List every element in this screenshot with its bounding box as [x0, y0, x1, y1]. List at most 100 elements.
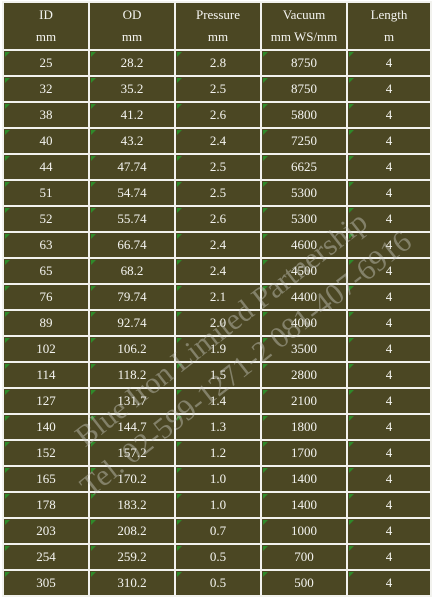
table-row: 89 92.74 2.0 4000 4	[2, 309, 432, 337]
pressure-cell: 2.4	[174, 257, 262, 285]
table-row: 76 79.74 2.1 4400 4	[2, 283, 432, 311]
vacuum-cell: 4600	[260, 231, 348, 259]
length-cell: 4	[346, 283, 432, 311]
vacuum-cell: 5800	[260, 101, 348, 129]
pressure-cell: 1.5	[174, 361, 262, 389]
pressure-cell: 2.5	[174, 153, 262, 181]
id-cell: 114	[2, 361, 90, 389]
vacuum-cell: 1700	[260, 439, 348, 467]
vacuum-cell: 1800	[260, 413, 348, 441]
vacuum-cell: 2800	[260, 361, 348, 389]
length-cell: 4	[346, 309, 432, 337]
table-row: 51 54.74 2.5 5300 4	[2, 179, 432, 207]
table-row: 152 157.2 1.2 1700 4	[2, 439, 432, 467]
table-row: 140 144.7 1.3 1800 4	[2, 413, 432, 441]
length-cell: 4	[346, 491, 432, 519]
vacuum-cell: 4000	[260, 309, 348, 337]
id-cell: 305	[2, 569, 90, 597]
od-cell: 68.2	[88, 257, 176, 285]
table-row: 102 106.2 1.9 3500 4	[2, 335, 432, 363]
id-cell: 165	[2, 465, 90, 493]
od-cell: 118.2	[88, 361, 176, 389]
pressure-cell: 2.0	[174, 309, 262, 337]
table-row: 114 118.2 1.5 2800 4	[2, 361, 432, 389]
id-cell: 40	[2, 127, 90, 155]
od-cell: 79.74	[88, 283, 176, 311]
pressure-cell: 2.8	[174, 49, 262, 77]
header-id: ID mm	[2, 1, 90, 51]
id-cell: 76	[2, 283, 90, 311]
vacuum-cell: 6625	[260, 153, 348, 181]
spec-sheet: ID mm OD mm Pressure mm Vacuum mm WS/mm Leng…	[0, 0, 432, 600]
length-cell: 4	[346, 569, 432, 597]
table-row: 254 259.2 0.5 700 4	[2, 543, 432, 571]
od-cell: 106.2	[88, 335, 176, 363]
table-row: 63 66.74 2.4 4600 4	[2, 231, 432, 259]
vacuum-cell: 5300	[260, 179, 348, 207]
length-cell: 4	[346, 465, 432, 493]
id-cell: 38	[2, 101, 90, 129]
od-cell: 310.2	[88, 569, 176, 597]
header-od: OD mm	[88, 1, 176, 51]
od-cell: 28.2	[88, 49, 176, 77]
pressure-cell: 2.1	[174, 283, 262, 311]
vacuum-cell: 5300	[260, 205, 348, 233]
table-row: 25 28.2 2.8 8750 4	[2, 49, 432, 77]
pressure-cell: 0.5	[174, 543, 262, 571]
table-row: 38 41.2 2.6 5800 4	[2, 101, 432, 129]
pressure-cell: 0.7	[174, 517, 262, 545]
od-cell: 144.7	[88, 413, 176, 441]
length-cell: 4	[346, 231, 432, 259]
od-cell: 43.2	[88, 127, 176, 155]
length-cell: 4	[346, 257, 432, 285]
length-cell: 4	[346, 413, 432, 441]
pressure-cell: 2.6	[174, 205, 262, 233]
id-cell: 25	[2, 49, 90, 77]
id-cell: 44	[2, 153, 90, 181]
table-row: 44 47.74 2.5 6625 4	[2, 153, 432, 181]
length-cell: 4	[346, 387, 432, 415]
pressure-cell: 2.5	[174, 75, 262, 103]
length-cell: 4	[346, 179, 432, 207]
length-cell: 4	[346, 439, 432, 467]
id-cell: 254	[2, 543, 90, 571]
length-cell: 4	[346, 101, 432, 129]
vacuum-cell: 700	[260, 543, 348, 571]
pressure-cell: 2.5	[174, 179, 262, 207]
id-cell: 89	[2, 309, 90, 337]
pressure-cell: 1.3	[174, 413, 262, 441]
id-cell: 65	[2, 257, 90, 285]
pressure-cell: 1.2	[174, 439, 262, 467]
table-row: 65 68.2 2.4 4500 4	[2, 257, 432, 285]
vacuum-cell: 4400	[260, 283, 348, 311]
header-length: Length m	[346, 1, 432, 51]
id-cell: 140	[2, 413, 90, 441]
od-cell: 35.2	[88, 75, 176, 103]
table-row: 178 183.2 1.0 1400 4	[2, 491, 432, 519]
table-row: 127 131.7 1.4 2100 4	[2, 387, 432, 415]
vacuum-cell: 8750	[260, 75, 348, 103]
vacuum-cell: 500	[260, 569, 348, 597]
header-vacuum: Vacuum mm WS/mm	[260, 1, 348, 51]
vacuum-cell: 4500	[260, 257, 348, 285]
od-cell: 47.74	[88, 153, 176, 181]
pressure-cell: 2.6	[174, 101, 262, 129]
hose-spec-table: ID mm OD mm Pressure mm Vacuum mm WS/mm Leng…	[2, 1, 432, 597]
length-cell: 4	[346, 153, 432, 181]
id-cell: 203	[2, 517, 90, 545]
vacuum-cell: 8750	[260, 49, 348, 77]
od-cell: 208.2	[88, 517, 176, 545]
length-cell: 4	[346, 127, 432, 155]
vacuum-cell: 2100	[260, 387, 348, 415]
length-cell: 4	[346, 543, 432, 571]
od-cell: 170.2	[88, 465, 176, 493]
pressure-cell: 1.9	[174, 335, 262, 363]
od-cell: 92.74	[88, 309, 176, 337]
od-cell: 157.2	[88, 439, 176, 467]
length-cell: 4	[346, 75, 432, 103]
od-cell: 259.2	[88, 543, 176, 571]
id-cell: 52	[2, 205, 90, 233]
table-header-row: ID mm OD mm Pressure mm Vacuum mm WS/mm Leng…	[2, 1, 432, 51]
od-cell: 183.2	[88, 491, 176, 519]
od-cell: 66.74	[88, 231, 176, 259]
